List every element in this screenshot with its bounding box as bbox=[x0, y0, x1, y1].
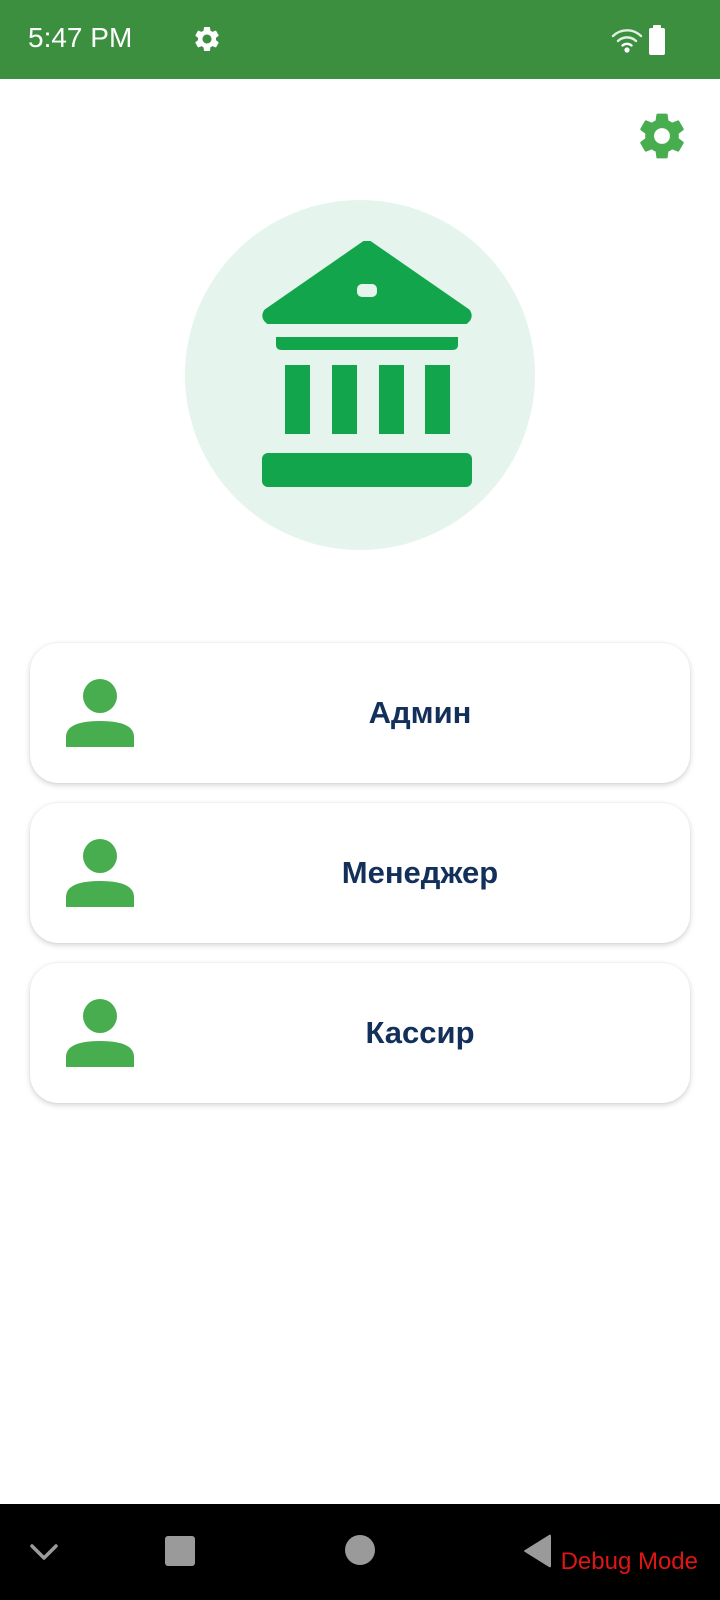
bank-icon bbox=[262, 241, 472, 487]
chevron-down-icon[interactable] bbox=[28, 1540, 60, 1564]
status-time: 5:47 PM bbox=[28, 22, 133, 53]
recents-icon[interactable] bbox=[165, 1536, 195, 1566]
role-list: Админ Менеджер Кассир bbox=[30, 643, 690, 1123]
gear-icon bbox=[654, 128, 670, 144]
admin-role-label: Админ bbox=[368, 695, 472, 730]
status-bar: 5:47 PM bbox=[0, 0, 720, 79]
battery-icon bbox=[649, 25, 665, 55]
person-icon bbox=[66, 999, 134, 1067]
system-nav-bar: Debug Mode bbox=[0, 1504, 720, 1600]
manager-role-button[interactable]: Менеджер bbox=[30, 803, 690, 943]
cashier-role-label: Кассир bbox=[365, 1015, 475, 1050]
person-icon bbox=[66, 839, 134, 907]
settings-button[interactable] bbox=[634, 108, 690, 164]
manager-role-label: Менеджер bbox=[341, 855, 499, 890]
gear-icon bbox=[195, 26, 219, 51]
cashier-role-button[interactable]: Кассир bbox=[30, 963, 690, 1103]
person-icon bbox=[66, 679, 134, 747]
back-icon[interactable] bbox=[523, 1534, 553, 1568]
debug-mode-label: Debug Mode bbox=[560, 1548, 698, 1575]
home-icon[interactable] bbox=[345, 1535, 375, 1565]
wifi-icon bbox=[611, 29, 643, 53]
admin-role-button[interactable]: Админ bbox=[30, 643, 690, 783]
login-role-screen: 5:47 PM Админ Менеджер Кассир Debug Mode bbox=[0, 0, 720, 1600]
